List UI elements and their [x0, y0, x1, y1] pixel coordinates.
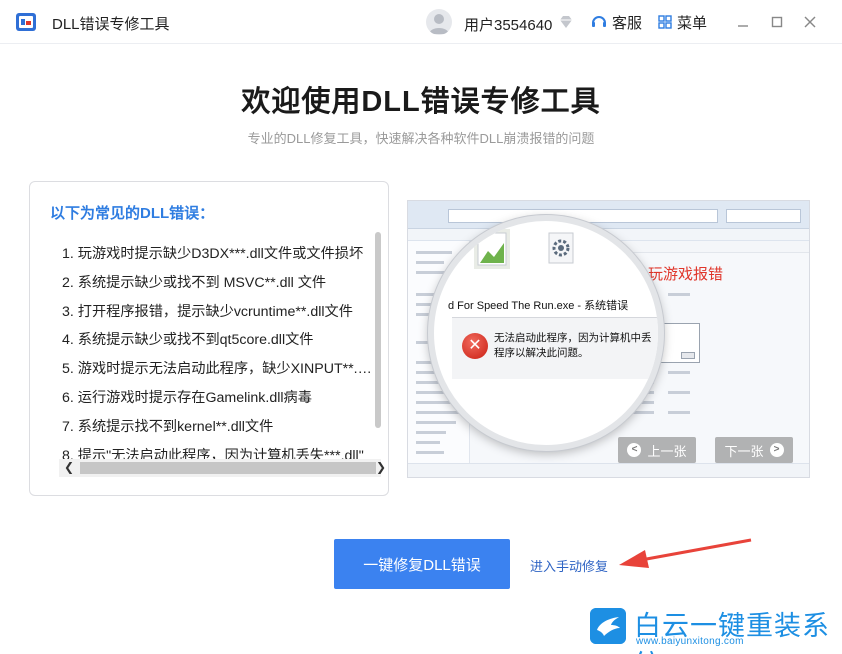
previous-image-label: 上一张	[647, 443, 687, 459]
next-image-button[interactable]: 下一张 >	[715, 437, 793, 463]
next-image-label: 下一张	[724, 443, 764, 459]
list-item: 1. 玩游戏时提示缺少D3DX***.dll文件或文件损坏	[62, 246, 364, 262]
preview-text-line	[416, 251, 452, 254]
preview-dialog-message-line1: 无法启动此程序，因为计算机中丢	[494, 332, 652, 344]
preview-search-box	[726, 209, 801, 223]
scroll-left-arrow-icon[interactable]: ❮	[62, 460, 76, 474]
preview-file-thumb	[474, 229, 510, 269]
preview-text-line	[416, 401, 452, 404]
preview-text-line	[668, 391, 690, 394]
list-item: 7. 系统提示找不到kernel**.dll文件	[62, 418, 274, 435]
menu-button[interactable]: 菜单	[658, 11, 707, 33]
preview-text-line	[668, 411, 690, 414]
error-x-icon: ✕	[462, 333, 488, 359]
chevron-right-icon: >	[769, 443, 784, 457]
list-item: 6. 运行游戏时提示存在Gamelink.dll病毒	[62, 389, 312, 406]
preview-text-line	[668, 293, 690, 296]
watermark-url: www.baiyunxitong.com	[636, 636, 744, 647]
preview-text-line	[416, 261, 444, 264]
list-item: 2. 系统提示缺少或找不到 MSVC**.dll 文件	[62, 274, 327, 291]
close-button[interactable]	[800, 12, 820, 32]
chart-file-icon	[477, 232, 507, 266]
page-title: 欢迎使用DLL错误专修工具	[241, 86, 601, 118]
red-arrow-icon	[619, 538, 752, 568]
preview-game-error-label: 玩游戏报错	[648, 266, 724, 283]
minimize-button[interactable]	[733, 12, 753, 32]
preview-background-dialog-button	[681, 352, 695, 359]
avatar[interactable]	[426, 9, 452, 35]
vertical-scrollbar[interactable]	[375, 232, 381, 428]
app-title: DLL错误专修工具	[52, 16, 170, 33]
grid-menu-icon	[658, 15, 672, 29]
previous-image-button[interactable]: < 上一张	[618, 437, 696, 463]
preview-magnifier: d For Speed The Run.exe - 系统错误 ✕ 无法启动此程序…	[428, 215, 664, 451]
chevron-left-icon: <	[627, 443, 642, 457]
username-label[interactable]: 用户3554640	[464, 14, 552, 35]
maximize-icon	[771, 16, 783, 28]
error-screenshot-preview: 玩游戏报错 d For Speed The Run.exe - 系统错误 ✕ 无…	[407, 200, 810, 478]
common-errors-card: 以下为常见的DLL错误： 1. 玩游戏时提示缺少D3DX***.dll文件或文件…	[29, 181, 389, 496]
list-item: 5. 游戏时提示无法启动此程序，缺少XINPUT**.dll文件	[62, 361, 376, 378]
headset-icon	[592, 16, 606, 27]
preview-text-line	[416, 451, 444, 454]
preview-settings-file	[546, 231, 576, 267]
gear-file-icon	[548, 232, 574, 264]
maximize-button[interactable]	[767, 12, 787, 32]
vip-badge-icon	[560, 16, 572, 28]
preview-text-line	[416, 441, 440, 444]
common-errors-list[interactable]: 1. 玩游戏时提示缺少D3DX***.dll文件或文件损坏 2. 系统提示缺少或…	[62, 240, 380, 462]
one-click-fix-button[interactable]: 一键修复DLL错误	[334, 539, 510, 589]
preview-dialog-message: 无法启动此程序，因为计算机中丢 程序以解决此问题。	[494, 331, 652, 361]
customer-service-button[interactable]: 客服	[590, 11, 642, 33]
app-logo-icon	[16, 13, 36, 31]
manual-fix-link[interactable]: 进入手动修复	[530, 556, 608, 575]
preview-text-line	[416, 431, 446, 434]
preview-text-line	[416, 411, 460, 414]
preview-dialog-message-line2: 程序以解决此问题。	[494, 347, 589, 359]
customer-service-label: 客服	[612, 14, 643, 32]
list-item: 3. 打开程序报错，提示缺少vcruntime**.dll文件	[62, 303, 353, 320]
common-errors-heading: 以下为常见的DLL错误：	[50, 205, 215, 222]
title-bar: DLL错误专修工具 用户3554640 客服 菜单	[0, 0, 842, 44]
app-window: DLL错误专修工具 用户3554640 客服 菜单 欢迎使用DLL错误专修工具 …	[0, 0, 842, 654]
preview-text-line	[416, 421, 456, 424]
scroll-right-arrow-icon[interactable]: ❯	[376, 460, 386, 474]
watermark-bird-logo-icon	[590, 608, 626, 644]
horizontal-scrollbar-thumb[interactable]	[80, 462, 376, 474]
list-item: 4. 系统提示缺少或找不到qt5core.dll文件	[62, 332, 314, 349]
minimize-icon	[738, 25, 748, 27]
user-avatar-icon	[429, 14, 449, 34]
preview-dialog-title: d For Speed The Run.exe - 系统错误	[448, 300, 629, 312]
preview-status-bar	[408, 463, 809, 477]
preview-text-line	[668, 371, 690, 374]
close-icon	[804, 16, 816, 28]
page-subtitle: 专业的DLL修复工具，快速解决各种软件DLL崩溃报错的问题	[247, 131, 595, 146]
menu-label: 菜单	[677, 14, 708, 32]
